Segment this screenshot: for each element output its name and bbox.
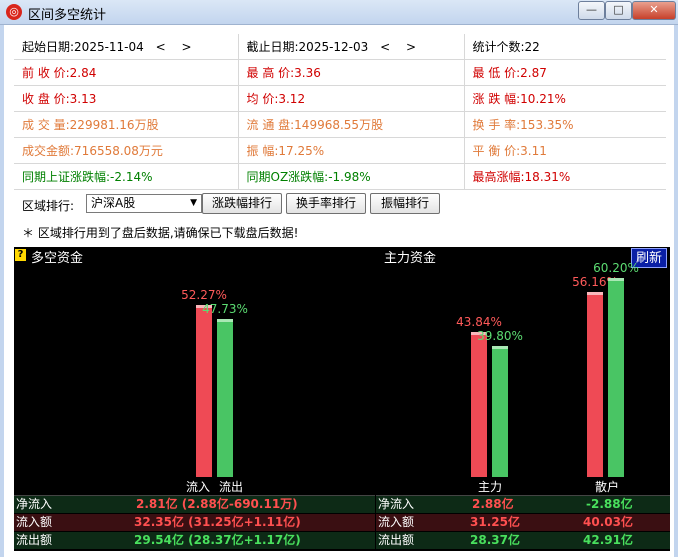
- region-rank-label: 区域排行:: [22, 199, 75, 213]
- table-value: 2.88亿: [472, 497, 514, 511]
- stat-count: 统计个数:22: [464, 34, 666, 60]
- end-date-arrows[interactable]: < >: [380, 40, 422, 54]
- region-rank-row: 区域排行: 沪深A股 ▼ 涨跌幅排行 换手率排行 振幅排行: [14, 193, 666, 217]
- amplitude-rank-button[interactable]: 振幅排行: [370, 193, 440, 214]
- main-outflow-bar-cap: [492, 346, 508, 349]
- table-value: 40.03亿: [583, 515, 633, 529]
- outflow-bar-cap: [217, 319, 233, 322]
- table-row: 净流入 2.81亿 (2.88亿-690.11万): [14, 496, 375, 513]
- window-title: 区间多空统计: [28, 8, 107, 23]
- dropdown-arrow-icon: ▼: [190, 198, 197, 208]
- outflow-bar: [217, 319, 233, 477]
- table-row: 流出额 28.37亿 42.91亿: [376, 532, 670, 549]
- long-short-table: 净流入 2.81亿 (2.88亿-690.11万) 流入额 32.35亿 (31…: [14, 496, 375, 551]
- start-date-arrows[interactable]: < >: [156, 40, 198, 54]
- inflow-value-label: 52.27%: [181, 288, 227, 302]
- help-icon[interactable]: ?: [15, 249, 26, 261]
- app-logo-icon: ◎: [6, 4, 22, 20]
- prev-close: 前 收 价:2.84: [14, 59, 239, 86]
- long-short-title: 多空资金: [31, 251, 84, 266]
- inflow-bar: [196, 305, 212, 477]
- low-price: 最 低 价:2.87: [464, 59, 666, 86]
- table-key: 流入额: [378, 515, 415, 529]
- oz-index-change: 同期OZ涨跌幅:-1.98%: [238, 163, 465, 190]
- fund-flow-panel: ? 多空资金 主力资金 刷新 流入 流出 主力 散户 净流入 2.81亿 (2.…: [14, 247, 670, 551]
- table-value: 32.35亿 (31.25亿+1.11亿): [134, 515, 301, 529]
- start-date-cell: 起始日期:2025-11-04 < >: [14, 34, 239, 60]
- trade-amount: 成交金额:716558.08万元: [14, 137, 239, 164]
- table-row: 流出额 29.54亿 (28.37亿+1.17亿): [14, 532, 375, 549]
- main-outflow-value-label: 39.80%: [477, 329, 523, 343]
- retail-outflow-value-label: 60.20%: [593, 261, 639, 275]
- float-shares: 流 通 盘:149968.55万股: [238, 111, 465, 138]
- start-date: 起始日期:2025-11-04: [22, 40, 144, 54]
- max-change: 最高涨幅:18.31%: [464, 163, 666, 190]
- table-key: 流入额: [16, 515, 53, 529]
- main-fund-title: 主力资金: [384, 251, 437, 266]
- amplitude: 振 幅:17.25%: [238, 137, 465, 164]
- table-key: 流出额: [16, 533, 53, 547]
- table-value: 42.91亿: [583, 533, 633, 547]
- change-pct: 涨 跌 幅:10.21%: [464, 85, 666, 112]
- main-inflow-value-label: 43.84%: [456, 315, 502, 329]
- stats-table: 起始日期:2025-11-04 < > 截止日期:2025-12-03 < > …: [14, 34, 666, 190]
- main-fund-table: 净流入 2.88亿 -2.88亿 流入额 31.25亿 40.03亿 流出额 2…: [376, 496, 670, 551]
- table-value: 28.37亿: [470, 533, 520, 547]
- table-value: 2.81亿 (2.88亿-690.11万): [136, 497, 298, 511]
- maximize-button[interactable]: □: [605, 1, 632, 20]
- main-outflow-bar: [492, 346, 508, 477]
- sh-index-change: 同期上证涨跌幅:-2.14%: [14, 163, 239, 190]
- retail-inflow-bar: [587, 292, 603, 477]
- retail-inflow-bar-cap: [587, 292, 603, 295]
- table-key: 净流入: [378, 497, 415, 511]
- main-axis-label: 主力: [477, 480, 502, 494]
- close-price: 收 盘 价:3.13: [14, 85, 239, 112]
- region-select-value: 沪深A股: [91, 196, 136, 210]
- balance-price: 平 衡 价:3.11: [464, 137, 666, 164]
- table-value: -2.88亿: [586, 497, 633, 511]
- volume: 成 交 量:229981.16万股: [14, 111, 239, 138]
- outflow-axis-label: 流出: [218, 480, 243, 494]
- retail-outflow-bar-cap: [608, 278, 624, 281]
- main-inflow-bar: [471, 332, 487, 477]
- table-value: 31.25亿: [470, 515, 520, 529]
- table-row: 流入额 32.35亿 (31.25亿+1.11亿): [14, 514, 375, 531]
- minimize-button[interactable]: —: [578, 1, 605, 20]
- table-row: 流入额 31.25亿 40.03亿: [376, 514, 670, 531]
- table-row: 净流入 2.88亿 -2.88亿: [376, 496, 670, 513]
- region-select[interactable]: 沪深A股 ▼: [86, 194, 202, 213]
- turnover-rate: 换 手 率:153.35%: [464, 111, 666, 138]
- retail-axis-label: 散户: [594, 480, 619, 494]
- outflow-value-label: 47.73%: [202, 302, 248, 316]
- change-rank-button[interactable]: 涨跌幅排行: [202, 193, 282, 214]
- avg-price: 均 价:3.12: [238, 85, 465, 112]
- retail-outflow-bar: [608, 278, 624, 477]
- turnover-rank-button[interactable]: 换手率排行: [286, 193, 366, 214]
- end-date-cell: 截止日期:2025-12-03 < >: [238, 34, 465, 60]
- end-date: 截止日期:2025-12-03: [246, 40, 369, 54]
- title-bar: ◎ 区间多空统计 — □ ✕: [0, 0, 678, 25]
- table-key: 流出额: [378, 533, 415, 547]
- close-button[interactable]: ✕: [632, 1, 676, 20]
- high-price: 最 高 价:3.36: [238, 59, 465, 86]
- table-key: 净流入: [16, 497, 53, 511]
- download-note: ＊ 区域排行用到了盘后数据,请确保已下载盘后数据!: [22, 226, 299, 240]
- table-value: 29.54亿 (28.37亿+1.17亿): [134, 533, 301, 547]
